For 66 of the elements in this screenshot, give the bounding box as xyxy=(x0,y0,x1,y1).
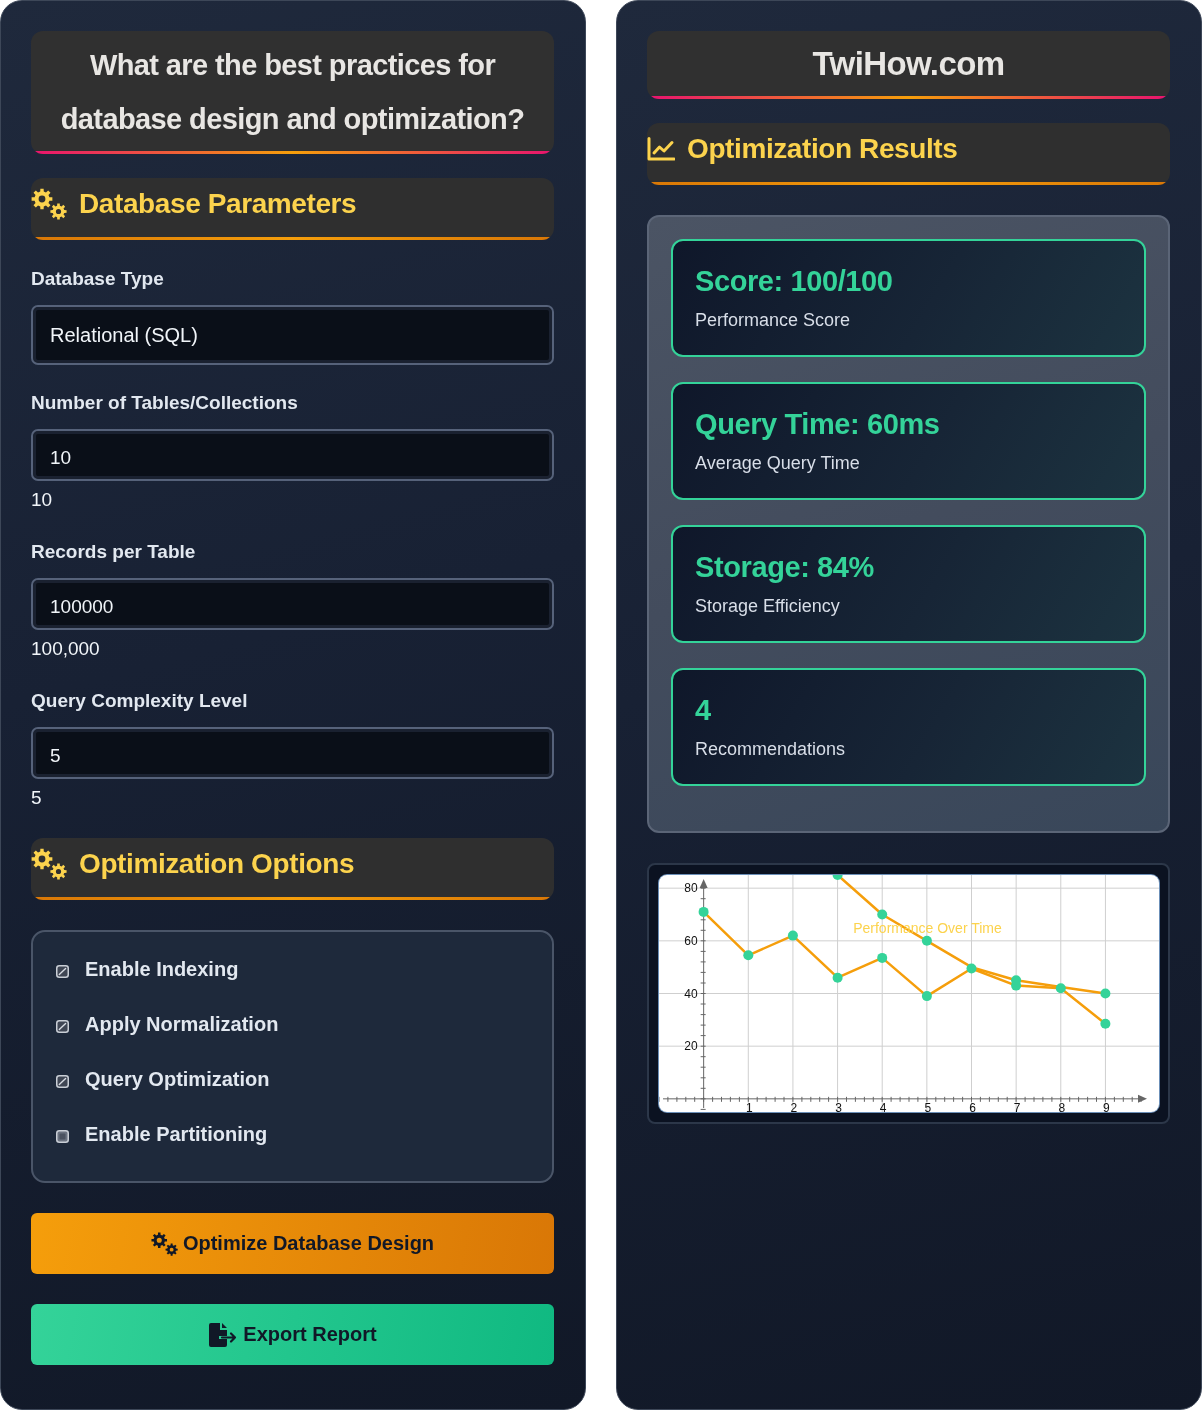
section-title: Optimization Options xyxy=(79,847,355,881)
data-point xyxy=(966,963,977,974)
gears-icon xyxy=(31,848,67,880)
field-label: Query Complexity Level xyxy=(31,689,248,713)
x-tick-label: 6 xyxy=(969,1100,976,1112)
metric-value: 4 xyxy=(695,693,711,728)
value-readout: 10 xyxy=(31,490,53,510)
metric-value: Query Time: 60ms xyxy=(695,407,940,442)
y-tick-label: 60 xyxy=(684,933,698,948)
gears-icon xyxy=(31,188,67,220)
y-tick-label: 20 xyxy=(684,1039,698,1054)
data-point xyxy=(832,875,843,880)
value-readout: 100,000 xyxy=(31,639,100,659)
section-title: Database Parameters xyxy=(79,187,357,221)
x-tick-label: 1 xyxy=(745,1100,753,1112)
field-label: Number of Tables/Collections xyxy=(31,391,298,415)
y-tick-label: 40 xyxy=(684,986,698,1001)
checkbox[interactable] xyxy=(56,964,69,978)
number-field[interactable]: 5 xyxy=(31,727,554,779)
metric-label: Storage Efficiency xyxy=(695,595,840,618)
gears-icon xyxy=(150,1231,178,1256)
metric-label: Recommendations xyxy=(695,738,846,761)
option-label: Apply Normalization xyxy=(85,1012,279,1036)
data-point xyxy=(1055,983,1066,994)
x-tick-label: 4 xyxy=(879,1100,887,1112)
checkbox[interactable] xyxy=(56,1074,69,1088)
x-tick-label: 7 xyxy=(1013,1100,1021,1112)
line-chart-icon xyxy=(647,137,675,161)
x-tick-label: 2 xyxy=(790,1100,798,1112)
number-field[interactable]: 10 xyxy=(31,429,554,481)
x-tick-label: 3 xyxy=(835,1100,842,1112)
x-tick-label: 5 xyxy=(924,1100,932,1112)
metric-label: Average Query Time xyxy=(695,452,860,475)
data-point xyxy=(743,950,754,961)
value-readout: 5 xyxy=(31,788,42,808)
data-point xyxy=(698,906,709,917)
file-export-icon xyxy=(208,1321,239,1348)
field-label: Records per Table xyxy=(31,540,196,564)
data-point xyxy=(921,935,932,946)
data-point xyxy=(832,972,843,983)
export-button[interactable]: Export Report xyxy=(31,1304,554,1365)
number-field[interactable]: 100000 xyxy=(31,578,554,630)
data-point xyxy=(1011,975,1022,986)
data-point xyxy=(1100,988,1111,999)
checkbox[interactable] xyxy=(56,1129,69,1143)
x-tick-label: 9 xyxy=(1103,1100,1110,1112)
page-title: What are the best practices for database design and optimization? xyxy=(59,48,526,137)
page-title: TwiHow.com xyxy=(812,44,1005,84)
data-point xyxy=(877,952,888,963)
optimize-button[interactable]: Optimize Database Design xyxy=(31,1213,554,1274)
option-label: Query Optimization xyxy=(85,1067,270,1091)
section-title: Optimization Results xyxy=(687,132,958,166)
option-label: Enable Indexing xyxy=(85,957,239,981)
metric-value: Storage: 84% xyxy=(695,550,874,585)
x-tick-label: 8 xyxy=(1058,1100,1066,1112)
metric-label: Performance Score xyxy=(695,309,851,332)
option-label: Enable Partitioning xyxy=(85,1122,268,1146)
field-label: Database Type xyxy=(31,267,164,291)
checkbox[interactable] xyxy=(56,1019,69,1033)
data-point xyxy=(921,991,932,1002)
data-point xyxy=(877,909,888,920)
metric-value: Score: 100/100 xyxy=(695,264,893,299)
data-point xyxy=(787,930,798,941)
y-tick-label: 80 xyxy=(684,881,698,896)
data-point xyxy=(1100,1018,1111,1029)
select-field[interactable]: Relational (SQL) xyxy=(31,305,554,365)
